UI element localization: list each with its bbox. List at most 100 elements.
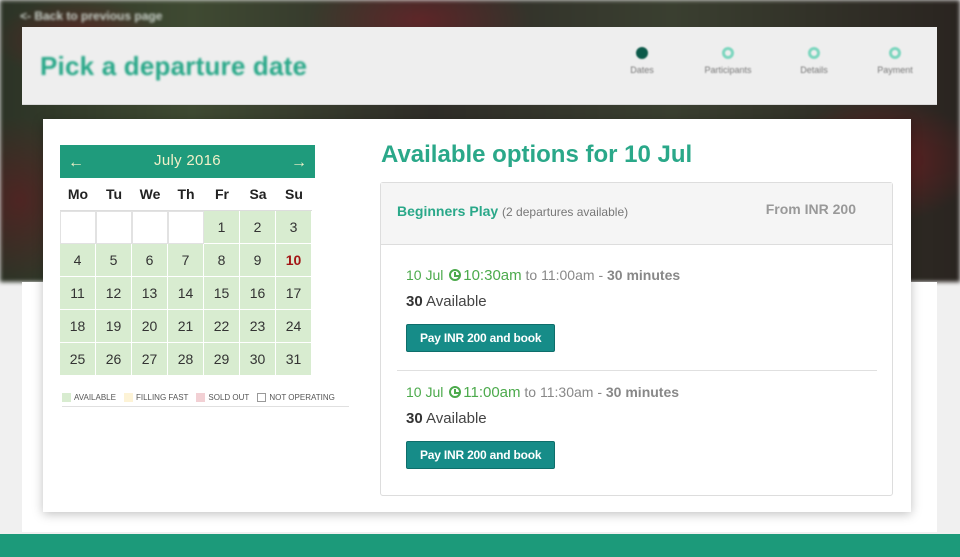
weekday-header: Fr	[204, 178, 240, 211]
calendar-day[interactable]: 2	[240, 211, 276, 244]
legend-label: NOT OPERATING	[269, 393, 335, 402]
slot-start-time: 10:30am	[463, 267, 522, 284]
step-label: Details	[800, 65, 828, 75]
step-dot-icon	[722, 47, 734, 59]
step-payment[interactable]: Payment	[855, 47, 935, 75]
available-count: 30	[406, 293, 423, 310]
slot-end-time: 11:30am	[539, 384, 594, 400]
calendar-day[interactable]: 3	[276, 211, 312, 244]
calendar-day[interactable]: 8	[204, 244, 240, 277]
calendar-empty-cell	[132, 211, 168, 244]
available-label: Available	[426, 410, 487, 427]
calendar-day[interactable]: 23	[240, 310, 276, 343]
page-header: Pick a departure date Dates Participants…	[22, 27, 937, 105]
options-panel: Beginners Play (2 departures available) …	[380, 182, 893, 496]
legend-item: AVAILABLE	[62, 393, 116, 402]
legend-label: FILLING FAST	[135, 393, 189, 402]
options-title: Available options for 10 Jul	[381, 141, 693, 168]
step-dates[interactable]: Dates	[602, 47, 682, 75]
next-month-arrow-icon[interactable]: →	[291, 154, 307, 172]
calendar-day[interactable]: 14	[168, 277, 204, 310]
departures-count: (2 departures available)	[502, 205, 629, 219]
calendar-day[interactable]: 13	[132, 277, 168, 310]
slot-duration: 30 minutes	[607, 267, 681, 283]
calendar-day[interactable]: 6	[132, 244, 168, 277]
calendar-day-selected[interactable]: 10	[276, 244, 312, 277]
slot-start-time: 11:00am	[463, 384, 521, 401]
step-dot-icon	[636, 47, 648, 59]
weekday-header: Su	[276, 178, 312, 211]
calendar-header: ← July 2016 →	[60, 145, 315, 178]
product-header: Beginners Play (2 departures available) …	[381, 183, 892, 245]
legend-item: FILLING FAST	[123, 393, 189, 402]
available-count: 30	[406, 410, 423, 427]
calendar-day[interactable]: 18	[60, 310, 96, 343]
weekday-header: Mo	[60, 178, 96, 211]
calendar-day[interactable]: 20	[132, 310, 168, 343]
calendar-grid: Mo Tu We Th Fr Sa Su 1 2 3 4 5 6 7 8 9 10 11 12 13 14 15 16 17 1…	[60, 178, 315, 376]
slot-to: to	[524, 384, 537, 400]
slot-separator: -	[598, 267, 604, 283]
date-calendar: ← July 2016 → Mo Tu We Th Fr Sa Su 1 2 3 4 5 6 7 8 9 10 1…	[60, 145, 315, 376]
calendar-day[interactable]: 21	[168, 310, 204, 343]
legend-swatch	[257, 393, 267, 402]
calendar-day[interactable]: 9	[240, 244, 276, 277]
calendar-day[interactable]: 15	[204, 277, 240, 310]
calendar-day[interactable]: 30	[240, 343, 276, 376]
calendar-day[interactable]: 16	[240, 277, 276, 310]
calendar-day[interactable]: 7	[168, 244, 204, 277]
calendar-legend: AVAILABLE FILLING FAST SOLD OUT NOT OPERATI…	[62, 389, 349, 407]
legend-swatch	[123, 393, 133, 402]
calendar-empty-cell	[96, 211, 132, 244]
step-dot-icon	[808, 47, 820, 59]
legend-swatch	[62, 393, 71, 402]
calendar-day[interactable]: 28	[168, 343, 204, 376]
legend-item: NOT OPERATING	[257, 393, 335, 402]
calendar-empty-cell	[60, 211, 96, 244]
product-name-line: Beginners Play (2 departures available)	[397, 203, 628, 219]
calendar-day[interactable]: 27	[132, 343, 168, 376]
pay-and-book-button[interactable]: Pay INR 200 and book	[406, 441, 556, 469]
slot-time-line: 10 Jul 10:30am to 11:00am - 30 minutes	[406, 267, 680, 284]
pay-and-book-button[interactable]: Pay INR 200 and book	[406, 324, 556, 352]
calendar-day[interactable]: 4	[60, 244, 96, 277]
step-label: Payment	[877, 65, 913, 75]
calendar-day[interactable]: 19	[96, 310, 132, 343]
calendar-empty-cell	[168, 211, 204, 244]
product-name: Beginners Play	[397, 203, 499, 219]
step-label: Dates	[630, 65, 654, 75]
departure-slot: 10 Jul 11:00am to 11:30am - 30 minutes 3…	[406, 384, 679, 469]
clock-icon	[449, 386, 462, 398]
calendar-day[interactable]: 12	[96, 277, 132, 310]
calendar-month-label: July 2016	[154, 152, 221, 169]
slot-duration: 30 minutes	[605, 384, 680, 400]
legend-label: AVAILABLE	[74, 393, 116, 402]
calendar-day[interactable]: 26	[96, 343, 132, 376]
calendar-day[interactable]: 29	[204, 343, 240, 376]
calendar-day[interactable]: 25	[60, 343, 96, 376]
calendar-day[interactable]: 1	[204, 211, 240, 244]
step-label: Participants	[704, 65, 752, 75]
slot-date: 10 Jul	[406, 267, 444, 283]
calendar-day[interactable]: 17	[276, 277, 312, 310]
back-to-previous-page-link[interactable]: <- Back to previous page	[20, 9, 162, 23]
step-dot-icon	[889, 47, 901, 59]
weekday-header: We	[132, 178, 168, 211]
calendar-day[interactable]: 24	[276, 310, 312, 343]
step-details[interactable]: Details	[774, 47, 854, 75]
calendar-day[interactable]: 5	[96, 244, 132, 277]
slot-divider	[397, 370, 877, 371]
clock-icon	[449, 269, 462, 281]
step-participants[interactable]: Participants	[688, 47, 768, 75]
slot-to: to	[525, 267, 538, 283]
slot-availability: 30 Available	[406, 293, 680, 310]
calendar-day[interactable]: 11	[60, 277, 96, 310]
slot-separator: -	[597, 384, 602, 400]
slot-end-time: 11:00am	[541, 267, 595, 283]
legend-label: SOLD OUT	[208, 393, 250, 402]
legend-item: SOLD OUT	[196, 393, 249, 402]
legend-swatch	[196, 393, 206, 402]
footer-bar	[0, 534, 960, 557]
calendar-day[interactable]: 31	[276, 343, 312, 376]
calendar-day[interactable]: 22	[204, 310, 240, 343]
